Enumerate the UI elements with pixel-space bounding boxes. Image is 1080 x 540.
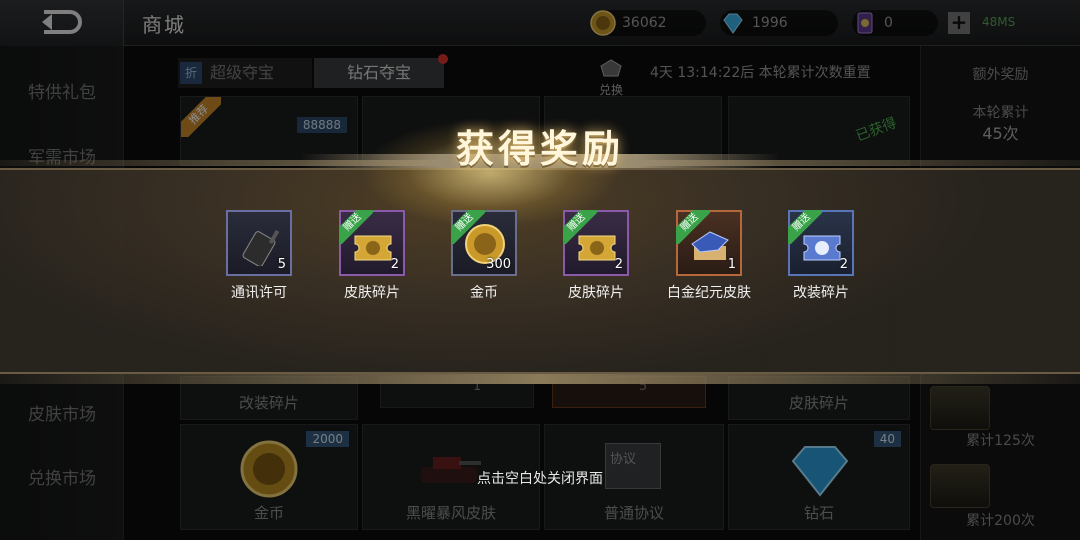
reward-name: 通讯许可 <box>231 285 287 301</box>
reward-title: 获得奖励 <box>455 127 624 171</box>
reward-name: 皮肤碎片 <box>568 285 624 301</box>
reward-slot: 赠送 300 <box>451 210 517 276</box>
reward-name: 白金纪元皮肤 <box>667 285 751 301</box>
reward-count: 2 <box>614 257 623 272</box>
reward-slot: 5 <box>226 210 292 276</box>
reward-count: 2 <box>839 257 848 272</box>
reward-name: 改装碎片 <box>793 285 849 301</box>
reward-slot: 赠送 1 <box>676 210 742 276</box>
reward-name: 皮肤碎片 <box>344 285 400 301</box>
reward-item: 5 通讯许可 <box>226 210 292 302</box>
reward-name: 金币 <box>470 285 498 301</box>
reward-item: 赠送 2 改装碎片 <box>788 210 854 302</box>
reward-count: 1 <box>727 257 736 272</box>
gift-tag: 赠送 <box>339 210 373 244</box>
gift-tag: 赠送 <box>451 210 485 244</box>
reward-item: 赠送 2 皮肤碎片 <box>563 210 629 302</box>
reward-slot: 赠送 2 <box>788 210 854 276</box>
banner-border-bottom <box>0 374 1080 384</box>
close-hint[interactable]: 点击空白处关闭界面 <box>0 468 1080 488</box>
gift-tag: 赠送 <box>676 210 710 244</box>
reward-item: 赠送 1 白金纪元皮肤 <box>667 210 751 302</box>
reward-count: 300 <box>486 257 511 272</box>
walkie-talkie-icon <box>242 229 280 266</box>
reward-count: 5 <box>277 257 286 272</box>
gift-tag: 赠送 <box>788 210 822 244</box>
reward-item: 赠送 2 皮肤碎片 <box>339 210 405 302</box>
reward-slot: 赠送 2 <box>563 210 629 276</box>
gift-tag: 赠送 <box>563 210 597 244</box>
reward-item: 赠送 300 金币 <box>451 210 517 302</box>
reward-slot: 赠送 2 <box>339 210 405 276</box>
reward-count: 2 <box>390 257 399 272</box>
